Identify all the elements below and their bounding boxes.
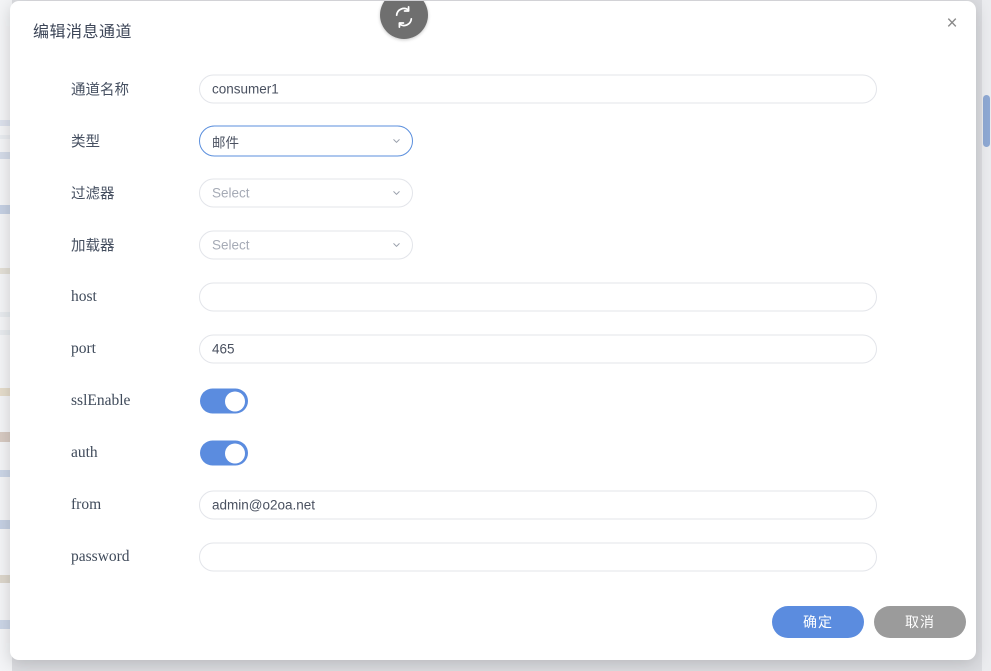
close-icon[interactable]: × bbox=[936, 7, 968, 39]
select-filter[interactable]: Select bbox=[199, 178, 413, 208]
dialog-title: 编辑消息通道 bbox=[33, 24, 133, 41]
form-row-channel-name: 通道名称 consumer1 bbox=[10, 63, 976, 115]
input-from-value: admin@o2oa.net bbox=[212, 497, 316, 513]
input-port-value: 465 bbox=[212, 341, 235, 357]
refresh-icon[interactable] bbox=[380, 1, 428, 39]
toggle-knob bbox=[225, 391, 245, 411]
label-from: from bbox=[71, 496, 102, 513]
input-from[interactable]: admin@o2oa.net bbox=[199, 490, 877, 520]
label-auth: auth bbox=[71, 444, 98, 461]
label-port: port bbox=[71, 340, 96, 357]
input-channel-name-value: consumer1 bbox=[212, 81, 279, 97]
chevron-down-icon bbox=[393, 139, 400, 143]
select-filter-placeholder: Select bbox=[212, 185, 250, 201]
label-filter: 过滤器 bbox=[71, 186, 115, 203]
form-row-password: password bbox=[10, 531, 976, 583]
select-type-value: 邮件 bbox=[212, 135, 239, 150]
confirm-button[interactable]: 确定 bbox=[772, 606, 864, 638]
close-glyph: × bbox=[946, 12, 958, 34]
label-ssl-enable: sslEnable bbox=[71, 392, 131, 409]
select-loader-placeholder: Select bbox=[212, 237, 250, 253]
refresh-glyph bbox=[395, 6, 413, 28]
label-type: 类型 bbox=[71, 134, 100, 151]
label-password: password bbox=[71, 548, 130, 565]
dialog-footer: 确定 取消 bbox=[10, 606, 976, 638]
app-root: 编辑消息通道 × 通道名称 consumer1 类型 邮件 过滤器 Select… bbox=[0, 0, 991, 671]
edit-message-channel-dialog: 编辑消息通道 × 通道名称 consumer1 类型 邮件 过滤器 Select… bbox=[10, 1, 976, 660]
form-row-from: from admin@o2oa.net bbox=[10, 479, 976, 531]
toggle-auth[interactable] bbox=[200, 440, 248, 466]
toggle-ssl-enable[interactable] bbox=[200, 388, 248, 414]
form-row-ssl-enable: sslEnable bbox=[10, 375, 976, 427]
form-row-auth: auth bbox=[10, 427, 976, 479]
chevron-down-icon bbox=[393, 191, 400, 195]
label-channel-name: 通道名称 bbox=[71, 82, 129, 99]
form-row-filter: 过滤器 Select bbox=[10, 167, 976, 219]
select-loader[interactable]: Select bbox=[199, 230, 413, 260]
input-password[interactable] bbox=[199, 542, 877, 572]
input-host[interactable] bbox=[199, 282, 877, 312]
input-channel-name[interactable]: consumer1 bbox=[199, 74, 877, 104]
page-scrollbar-thumb[interactable] bbox=[983, 95, 990, 147]
input-port[interactable]: 465 bbox=[199, 334, 877, 364]
toggle-knob bbox=[225, 443, 245, 463]
page-scrollbar-track[interactable] bbox=[982, 0, 991, 671]
form-row-loader: 加载器 Select bbox=[10, 219, 976, 271]
form-row-host: host bbox=[10, 271, 976, 323]
select-type[interactable]: 邮件 bbox=[199, 125, 413, 157]
label-loader: 加载器 bbox=[71, 238, 115, 255]
label-host: host bbox=[71, 288, 97, 305]
channel-form: 通道名称 consumer1 类型 邮件 过滤器 Select 加载器 Sele… bbox=[10, 63, 976, 583]
form-row-type: 类型 邮件 bbox=[10, 115, 976, 167]
form-row-port: port 465 bbox=[10, 323, 976, 375]
cancel-button[interactable]: 取消 bbox=[874, 606, 966, 638]
chevron-down-icon bbox=[393, 243, 400, 247]
